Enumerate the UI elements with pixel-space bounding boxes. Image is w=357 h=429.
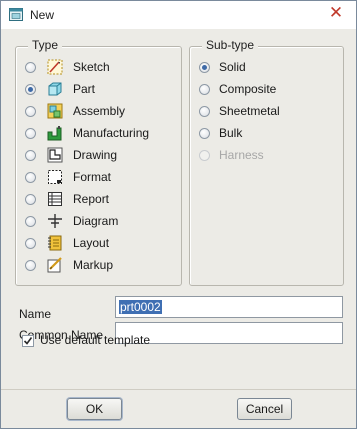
type-radio-markup[interactable] xyxy=(25,259,36,271)
type-radio-drawing[interactable] xyxy=(25,149,36,161)
type-option-report[interactable]: Report xyxy=(25,189,109,209)
subtype-group: Sub-type Solid Composite Sheetmetal Bulk… xyxy=(189,38,344,286)
format-icon xyxy=(48,170,62,184)
name-input[interactable]: prt0002 xyxy=(115,296,343,318)
subtype-label-sheetmetal: Sheetmetal xyxy=(219,104,280,118)
subtype-option-solid[interactable]: Solid xyxy=(199,57,246,77)
type-radio-part[interactable] xyxy=(25,83,36,95)
ok-button[interactable]: OK xyxy=(67,398,122,420)
type-label-report: Report xyxy=(73,192,110,206)
subtype-label-bulk: Bulk xyxy=(219,126,243,140)
type-label-drawing: Drawing xyxy=(73,148,118,162)
type-option-diagram[interactable]: Diagram xyxy=(25,211,118,231)
type-label-assembly: Assembly xyxy=(73,104,126,118)
window-title: New xyxy=(30,8,55,22)
type-radio-format[interactable] xyxy=(25,171,36,183)
subtype-radio-harness xyxy=(199,149,210,161)
subtype-option-bulk[interactable]: Bulk xyxy=(199,123,242,143)
new-window-icon xyxy=(9,8,23,21)
checkmark-icon xyxy=(23,337,33,345)
markup-icon xyxy=(47,257,62,273)
title-bar: New ✕ xyxy=(1,1,356,29)
manufacturing-icon xyxy=(47,126,62,141)
type-radio-assembly[interactable] xyxy=(25,105,36,117)
type-label-format: Format xyxy=(73,170,112,184)
subtype-option-composite[interactable]: Composite xyxy=(199,79,276,99)
type-label-manufacturing: Manufacturing xyxy=(73,126,150,140)
type-label-diagram: Diagram xyxy=(73,214,119,228)
type-option-markup[interactable]: Markup xyxy=(25,255,113,275)
cancel-button[interactable]: Cancel xyxy=(237,398,292,420)
type-radio-sketch[interactable] xyxy=(25,61,36,73)
use-default-template-label: Use default template xyxy=(40,333,151,347)
type-label-layout: Layout xyxy=(73,236,110,250)
type-option-format[interactable]: Format xyxy=(25,167,111,187)
report-icon xyxy=(48,192,62,206)
subtype-radio-bulk[interactable] xyxy=(199,127,210,139)
dialog-body: Type Sketch Part Assembly Manufacturing … xyxy=(1,29,356,390)
subtype-option-sheetmetal[interactable]: Sheetmetal xyxy=(199,101,280,121)
layout-icon xyxy=(48,235,62,251)
subtype-option-harness: Harness xyxy=(199,145,264,165)
type-label-part: Part xyxy=(73,82,96,96)
close-icon[interactable]: ✕ xyxy=(326,4,346,22)
type-group: Type Sketch Part Assembly Manufacturing … xyxy=(15,38,182,286)
type-radio-manufacturing[interactable] xyxy=(25,127,36,139)
subtype-radio-sheetmetal[interactable] xyxy=(199,105,210,117)
assembly-icon xyxy=(47,103,63,119)
subtype-radio-composite[interactable] xyxy=(199,83,210,95)
sketch-icon xyxy=(47,59,63,75)
use-default-template-checkbox[interactable] xyxy=(22,335,34,347)
type-label-markup: Markup xyxy=(73,258,114,272)
button-bar: OK Cancel xyxy=(1,389,356,428)
subtype-radio-solid[interactable] xyxy=(199,61,210,73)
diagram-icon xyxy=(48,214,62,228)
type-option-sketch[interactable]: Sketch xyxy=(25,57,110,77)
subtype-label-harness: Harness xyxy=(219,148,264,162)
type-option-manufacturing[interactable]: Manufacturing xyxy=(25,123,149,143)
drawing-icon xyxy=(47,147,63,163)
type-option-layout[interactable]: Layout xyxy=(25,233,109,253)
name-label: Name xyxy=(19,307,52,321)
type-option-assembly[interactable]: Assembly xyxy=(25,101,125,121)
subtype-label-composite: Composite xyxy=(219,82,277,96)
subtype-label-solid: Solid xyxy=(219,60,246,74)
type-option-drawing[interactable]: Drawing xyxy=(25,145,117,165)
type-radio-report[interactable] xyxy=(25,193,36,205)
part-icon xyxy=(48,82,62,96)
type-option-part[interactable]: Part xyxy=(25,79,95,99)
new-dialog: New ✕ Type Sketch Part Assembly Manufact… xyxy=(0,0,357,429)
name-input-value: prt0002 xyxy=(119,300,162,314)
type-label-sketch: Sketch xyxy=(73,60,110,74)
type-radio-layout[interactable] xyxy=(25,237,36,249)
type-legend: Type xyxy=(28,38,63,52)
type-radio-diagram[interactable] xyxy=(25,215,36,227)
subtype-legend: Sub-type xyxy=(202,38,259,52)
